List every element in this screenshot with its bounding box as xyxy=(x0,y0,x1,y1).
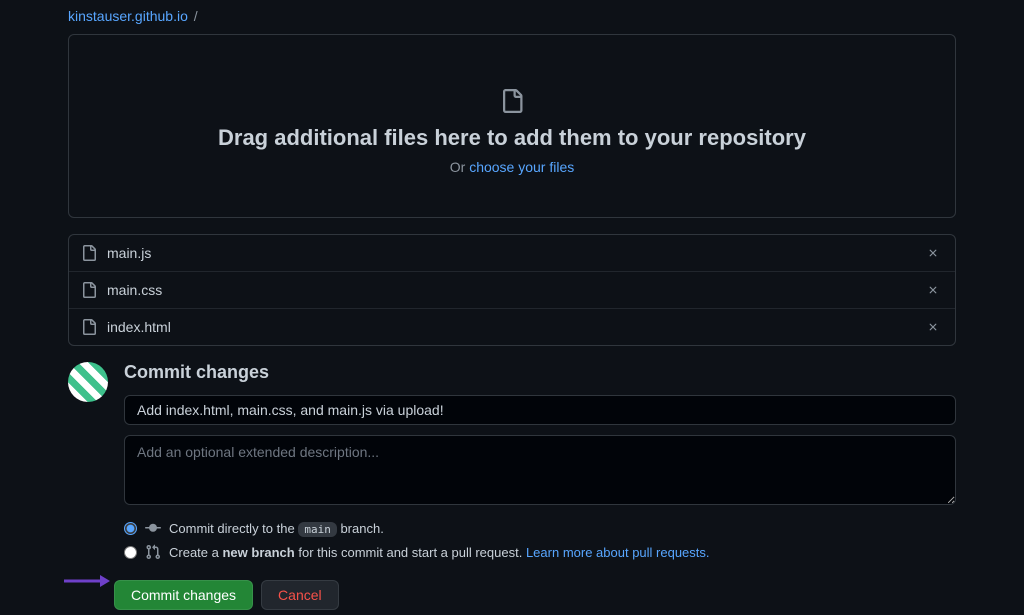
file-item: main.js xyxy=(69,235,955,272)
uploaded-files-list: main.js main.css index.html xyxy=(68,234,956,346)
remove-file-button[interactable] xyxy=(923,284,943,296)
file-icon xyxy=(81,245,97,261)
commit-direct-option[interactable]: Commit directly to the main branch. xyxy=(124,520,956,536)
breadcrumb: kinstauser.github.io / xyxy=(68,8,956,34)
close-icon xyxy=(927,284,939,296)
file-dropzone[interactable]: Drag additional files here to add them t… xyxy=(68,34,956,218)
file-item: main.css xyxy=(69,272,955,309)
commit-direct-radio[interactable] xyxy=(124,522,137,535)
close-icon xyxy=(927,247,939,259)
dropzone-subtext: Or choose your files xyxy=(89,159,935,175)
commit-section-title: Commit changes xyxy=(124,362,956,383)
commit-changes-button[interactable]: Commit changes xyxy=(114,580,253,610)
remove-file-button[interactable] xyxy=(923,247,943,259)
cancel-button[interactable]: Cancel xyxy=(261,580,339,610)
remove-file-button[interactable] xyxy=(923,321,943,333)
file-icon xyxy=(81,282,97,298)
file-name: main.js xyxy=(107,245,923,261)
file-item: index.html xyxy=(69,309,955,345)
branch-name-tag: main xyxy=(298,522,337,537)
file-name: index.html xyxy=(107,319,923,335)
file-name: main.css xyxy=(107,282,923,298)
annotation-arrow xyxy=(64,573,110,589)
commit-branch-option[interactable]: Create a new branch for this commit and … xyxy=(124,544,956,560)
commit-description-textarea[interactable] xyxy=(124,435,956,505)
commit-branch-radio[interactable] xyxy=(124,546,137,559)
file-icon xyxy=(81,319,97,335)
dropzone-heading: Drag additional files here to add them t… xyxy=(89,125,935,151)
commit-summary-input[interactable] xyxy=(124,395,956,425)
git-pull-request-icon xyxy=(145,544,161,560)
breadcrumb-repo-link[interactable]: kinstauser.github.io xyxy=(68,8,188,24)
file-icon xyxy=(89,89,935,113)
commit-branch-label: Create a new branch for this commit and … xyxy=(169,545,710,560)
git-commit-icon xyxy=(145,520,161,536)
pull-requests-help-link[interactable]: Learn more about pull requests. xyxy=(526,545,710,560)
avatar xyxy=(68,362,108,402)
breadcrumb-separator: / xyxy=(194,8,198,24)
commit-direct-label: Commit directly to the main branch. xyxy=(169,521,384,536)
close-icon xyxy=(927,321,939,333)
choose-files-link[interactable]: choose your files xyxy=(469,159,574,175)
